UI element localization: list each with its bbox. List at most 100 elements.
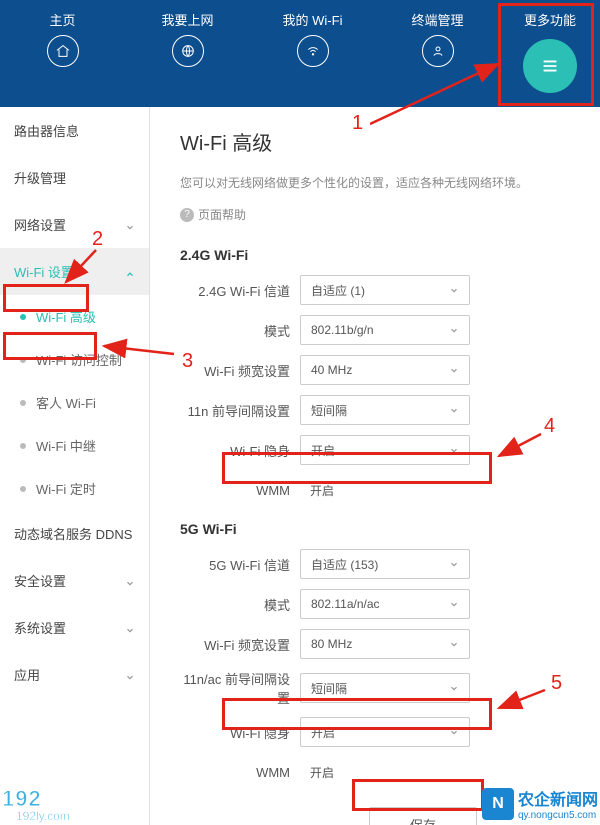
sidebar-item-ddns[interactable]: 动态域名服务 DDNS	[0, 510, 149, 557]
value-5-wmm: 开启	[300, 757, 470, 787]
sidebar-item-wifi-settings[interactable]: Wi-Fi 设置	[0, 248, 149, 295]
form-label: Wi-Fi 隐身	[180, 441, 300, 460]
sidebar-sub-label: Wi-Fi 定时	[36, 479, 96, 498]
nav-devices[interactable]: 终端管理	[375, 10, 500, 67]
form-label: WMM	[180, 765, 300, 780]
user-icon	[422, 35, 454, 67]
help-icon: ?	[180, 208, 194, 222]
sidebar-sub-access-control[interactable]: Wi-Fi 访问控制	[0, 338, 149, 381]
row-5-channel: 5G Wi-Fi 信道 自适应 (153)	[180, 549, 576, 579]
row-24-bw: Wi-Fi 频宽设置 40 MHz	[180, 355, 576, 385]
bullet-icon	[20, 314, 26, 320]
sidebar-sub-schedule[interactable]: Wi-Fi 定时	[0, 467, 149, 510]
select-value: 自适应 (1)	[311, 282, 365, 299]
select-value: 开启	[311, 442, 335, 459]
nav-internet-label: 我要上网	[125, 10, 250, 29]
nav-internet[interactable]: 我要上网	[125, 10, 250, 67]
sidebar-item-app[interactable]: 应用	[0, 651, 149, 698]
sidebar-sub-repeater[interactable]: Wi-Fi 中继	[0, 424, 149, 467]
sidebar-sub-wifi-advanced[interactable]: Wi-Fi 高级	[0, 295, 149, 338]
nav-wifi[interactable]: 我的 Wi-Fi	[250, 10, 375, 67]
chevron-down-icon	[125, 220, 135, 230]
select-24-bw[interactable]: 40 MHz	[300, 355, 470, 385]
select-value: 短间隔	[311, 402, 347, 419]
select-value: 短间隔	[311, 680, 347, 697]
sidebar-item-upgrade[interactable]: 升级管理	[0, 154, 149, 201]
nav-more-label: 更多功能	[500, 10, 600, 29]
select-5-hide[interactable]: 开启	[300, 717, 470, 747]
form-label: WMM	[180, 483, 300, 498]
chevron-down-icon	[449, 599, 459, 609]
nav-wifi-label: 我的 Wi-Fi	[250, 10, 375, 29]
nav-home-label: 主页	[0, 10, 125, 29]
chevron-down-icon	[125, 623, 135, 633]
row-5-hide: Wi-Fi 隐身 开启	[180, 717, 576, 747]
select-value: 开启	[310, 764, 334, 781]
select-24-mode[interactable]: 802.11b/g/n	[300, 315, 470, 345]
wifi-icon	[297, 35, 329, 67]
page-desc: 您可以对无线网络做更多个性化的设置，适应各种无线网络环境。	[180, 174, 576, 192]
sidebar-sub-label: Wi-Fi 高级	[36, 307, 96, 326]
form-label: Wi-Fi 隐身	[180, 723, 300, 742]
sidebar: 路由器信息 升级管理 网络设置 Wi-Fi 设置 Wi-Fi 高级 Wi-Fi …	[0, 107, 150, 825]
sidebar-item-label: 应用	[14, 665, 40, 684]
row-24-channel: 2.4G Wi-Fi 信道 自适应 (1)	[180, 275, 576, 305]
form-label: Wi-Fi 频宽设置	[180, 635, 300, 654]
sidebar-sub-guest-wifi[interactable]: 客人 Wi-Fi	[0, 381, 149, 424]
sidebar-item-security[interactable]: 安全设置	[0, 557, 149, 604]
chevron-down-icon	[449, 639, 459, 649]
home-icon	[47, 35, 79, 67]
chevron-up-icon	[125, 267, 135, 277]
chevron-down-icon	[449, 405, 459, 415]
nav-devices-label: 终端管理	[375, 10, 500, 29]
nav-more: 更多功能	[500, 10, 600, 93]
select-5-gi[interactable]: 短间隔	[300, 673, 470, 703]
save-row: 保存	[180, 807, 576, 825]
chevron-down-icon	[449, 285, 459, 295]
select-5-mode[interactable]: 802.11a/n/ac	[300, 589, 470, 619]
select-24-gi[interactable]: 短间隔	[300, 395, 470, 425]
help-link[interactable]: ? 页面帮助	[180, 206, 576, 223]
nav-home[interactable]: 主页	[0, 10, 125, 67]
select-5-bw[interactable]: 80 MHz	[300, 629, 470, 659]
sidebar-item-label: 升级管理	[14, 168, 66, 187]
chevron-down-icon	[449, 365, 459, 375]
bullet-icon	[20, 400, 26, 406]
sidebar-item-label: 网络设置	[14, 215, 66, 234]
row-5-wmm: WMM 开启	[180, 757, 576, 787]
sidebar-item-label: 路由器信息	[14, 121, 79, 140]
top-nav: 主页 我要上网 我的 Wi-Fi 终端管理 更多功能	[0, 0, 600, 107]
form-label: 模式	[180, 321, 300, 340]
hamburger-button[interactable]	[523, 39, 577, 93]
select-5-channel[interactable]: 自适应 (153)	[300, 549, 470, 579]
chevron-down-icon	[125, 670, 135, 680]
sidebar-item-network[interactable]: 网络设置	[0, 201, 149, 248]
form-label: 11n/ac 前导间隔设置	[180, 669, 300, 707]
globe-icon	[172, 35, 204, 67]
row-24-gi: 11n 前导间隔设置 短间隔	[180, 395, 576, 425]
sidebar-sub-label: Wi-Fi 访问控制	[36, 350, 122, 369]
bullet-icon	[20, 443, 26, 449]
sidebar-item-system[interactable]: 系统设置	[0, 604, 149, 651]
sidebar-item-label: 安全设置	[14, 571, 66, 590]
row-5-mode: 模式 802.11a/n/ac	[180, 589, 576, 619]
sidebar-item-label: 动态域名服务 DDNS	[14, 524, 132, 543]
select-value: 自适应 (153)	[311, 556, 378, 573]
section-5g-title: 5G Wi-Fi	[180, 521, 576, 537]
chevron-down-icon	[449, 559, 459, 569]
row-24-wmm: WMM 开启	[180, 475, 576, 505]
value-24-wmm: 开启	[300, 475, 470, 505]
row-24-hide: Wi-Fi 隐身 开启	[180, 435, 576, 465]
sidebar-item-router-info[interactable]: 路由器信息	[0, 107, 149, 154]
select-24-hide[interactable]: 开启	[300, 435, 470, 465]
select-value: 802.11a/n/ac	[311, 597, 380, 611]
save-button[interactable]: 保存	[369, 807, 477, 825]
select-value: 40 MHz	[311, 363, 352, 377]
select-value: 开启	[311, 724, 335, 741]
form-label: Wi-Fi 频宽设置	[180, 361, 300, 380]
form-label: 5G Wi-Fi 信道	[180, 555, 300, 574]
select-value: 80 MHz	[311, 637, 352, 651]
sidebar-sub-label: Wi-Fi 中继	[36, 436, 96, 455]
select-24-channel[interactable]: 自适应 (1)	[300, 275, 470, 305]
row-5-gi: 11n/ac 前导间隔设置 短间隔	[180, 669, 576, 707]
